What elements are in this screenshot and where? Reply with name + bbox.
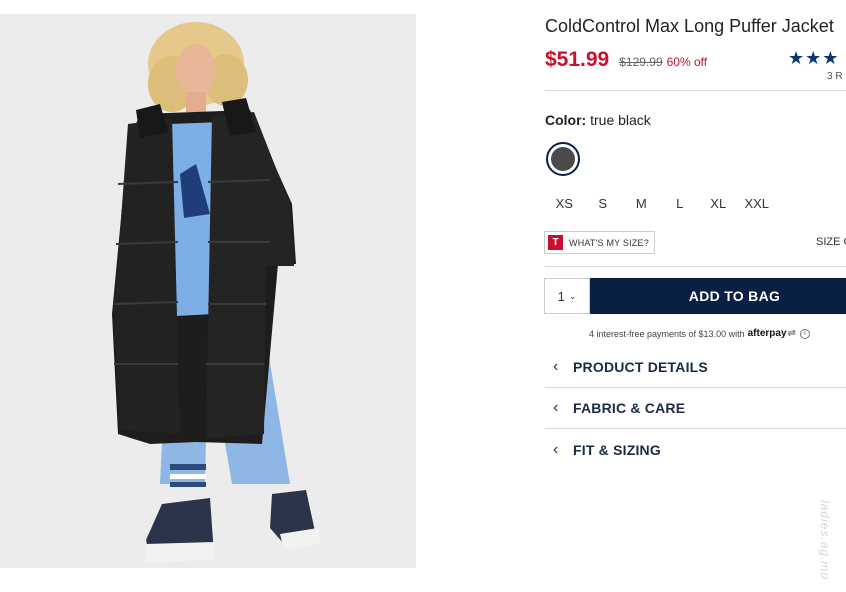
accordion-label: FABRIC & CARE [573,399,686,416]
size-option-s[interactable]: S [584,196,623,211]
original-price: $129.99 [619,55,663,69]
size-option-xs[interactable]: XS [545,196,584,211]
color-selection: Color: true black [545,112,651,128]
size-chart-link[interactable]: SIZE C [816,236,846,248]
accordion-product-details[interactable]: ‹ PRODUCT DETAILS [545,346,846,387]
whats-my-size-button[interactable]: T WHAT'S MY SIZE? [544,231,655,254]
whats-my-size-label: WHAT'S MY SIZE? [569,237,649,248]
accordion-fit-sizing[interactable]: ‹ FIT & SIZING [545,429,846,470]
accordion-label: FIT & SIZING [573,441,661,458]
afterpay-text: 4 interest-free payments of $13.00 with [589,328,745,339]
add-to-bag-button[interactable]: ADD TO BAG [590,278,846,314]
product-image[interactable] [0,14,416,568]
info-icon[interactable]: i [799,328,810,339]
chevron-left-icon: ‹ [553,357,559,375]
color-value: true black [590,112,651,128]
afterpay-logo: afterpay [747,328,787,339]
accordion-fabric-care[interactable]: ‹ FABRIC & CARE [545,387,846,428]
accordion-label: PRODUCT DETAILS [573,358,708,375]
watermark: ladies.ag.mo [818,500,832,581]
quantity-value: 1 [557,288,565,304]
rating-stars-icon[interactable]: ★★★ [788,48,846,69]
review-count-link[interactable]: 3 R [827,71,846,82]
true-fit-logo-icon: T [548,235,563,250]
afterpay-message: 4 interest-free payments of $13.00 with … [589,328,810,339]
product-title: ColdControl Max Long Puffer Jacket [545,16,834,36]
swatch-fill [551,147,575,171]
divider [545,266,846,267]
afterpay-arrows-icon: ⇌ [787,328,796,339]
model-illustration [0,14,416,568]
size-option-xl[interactable]: XL [699,196,738,211]
size-selector: XS S M L XL XXL [545,196,776,211]
chevron-left-icon: ‹ [553,440,559,458]
color-label: Color: [545,112,587,128]
color-swatch-true-black[interactable] [546,142,580,176]
discount-label: 60% off [666,55,708,69]
sale-price: $51.99 [545,48,610,71]
chevron-left-icon: ‹ [553,398,559,416]
divider [545,90,846,91]
size-option-xxl[interactable]: XXL [738,196,777,211]
size-option-m[interactable]: M [622,196,661,211]
chevron-down-icon: ⌄ [568,290,577,301]
size-option-l[interactable]: L [661,196,700,211]
price-row: $51.99 $129.99 60% off [545,48,707,72]
quantity-select[interactable]: 1 ⌄ [544,278,590,314]
